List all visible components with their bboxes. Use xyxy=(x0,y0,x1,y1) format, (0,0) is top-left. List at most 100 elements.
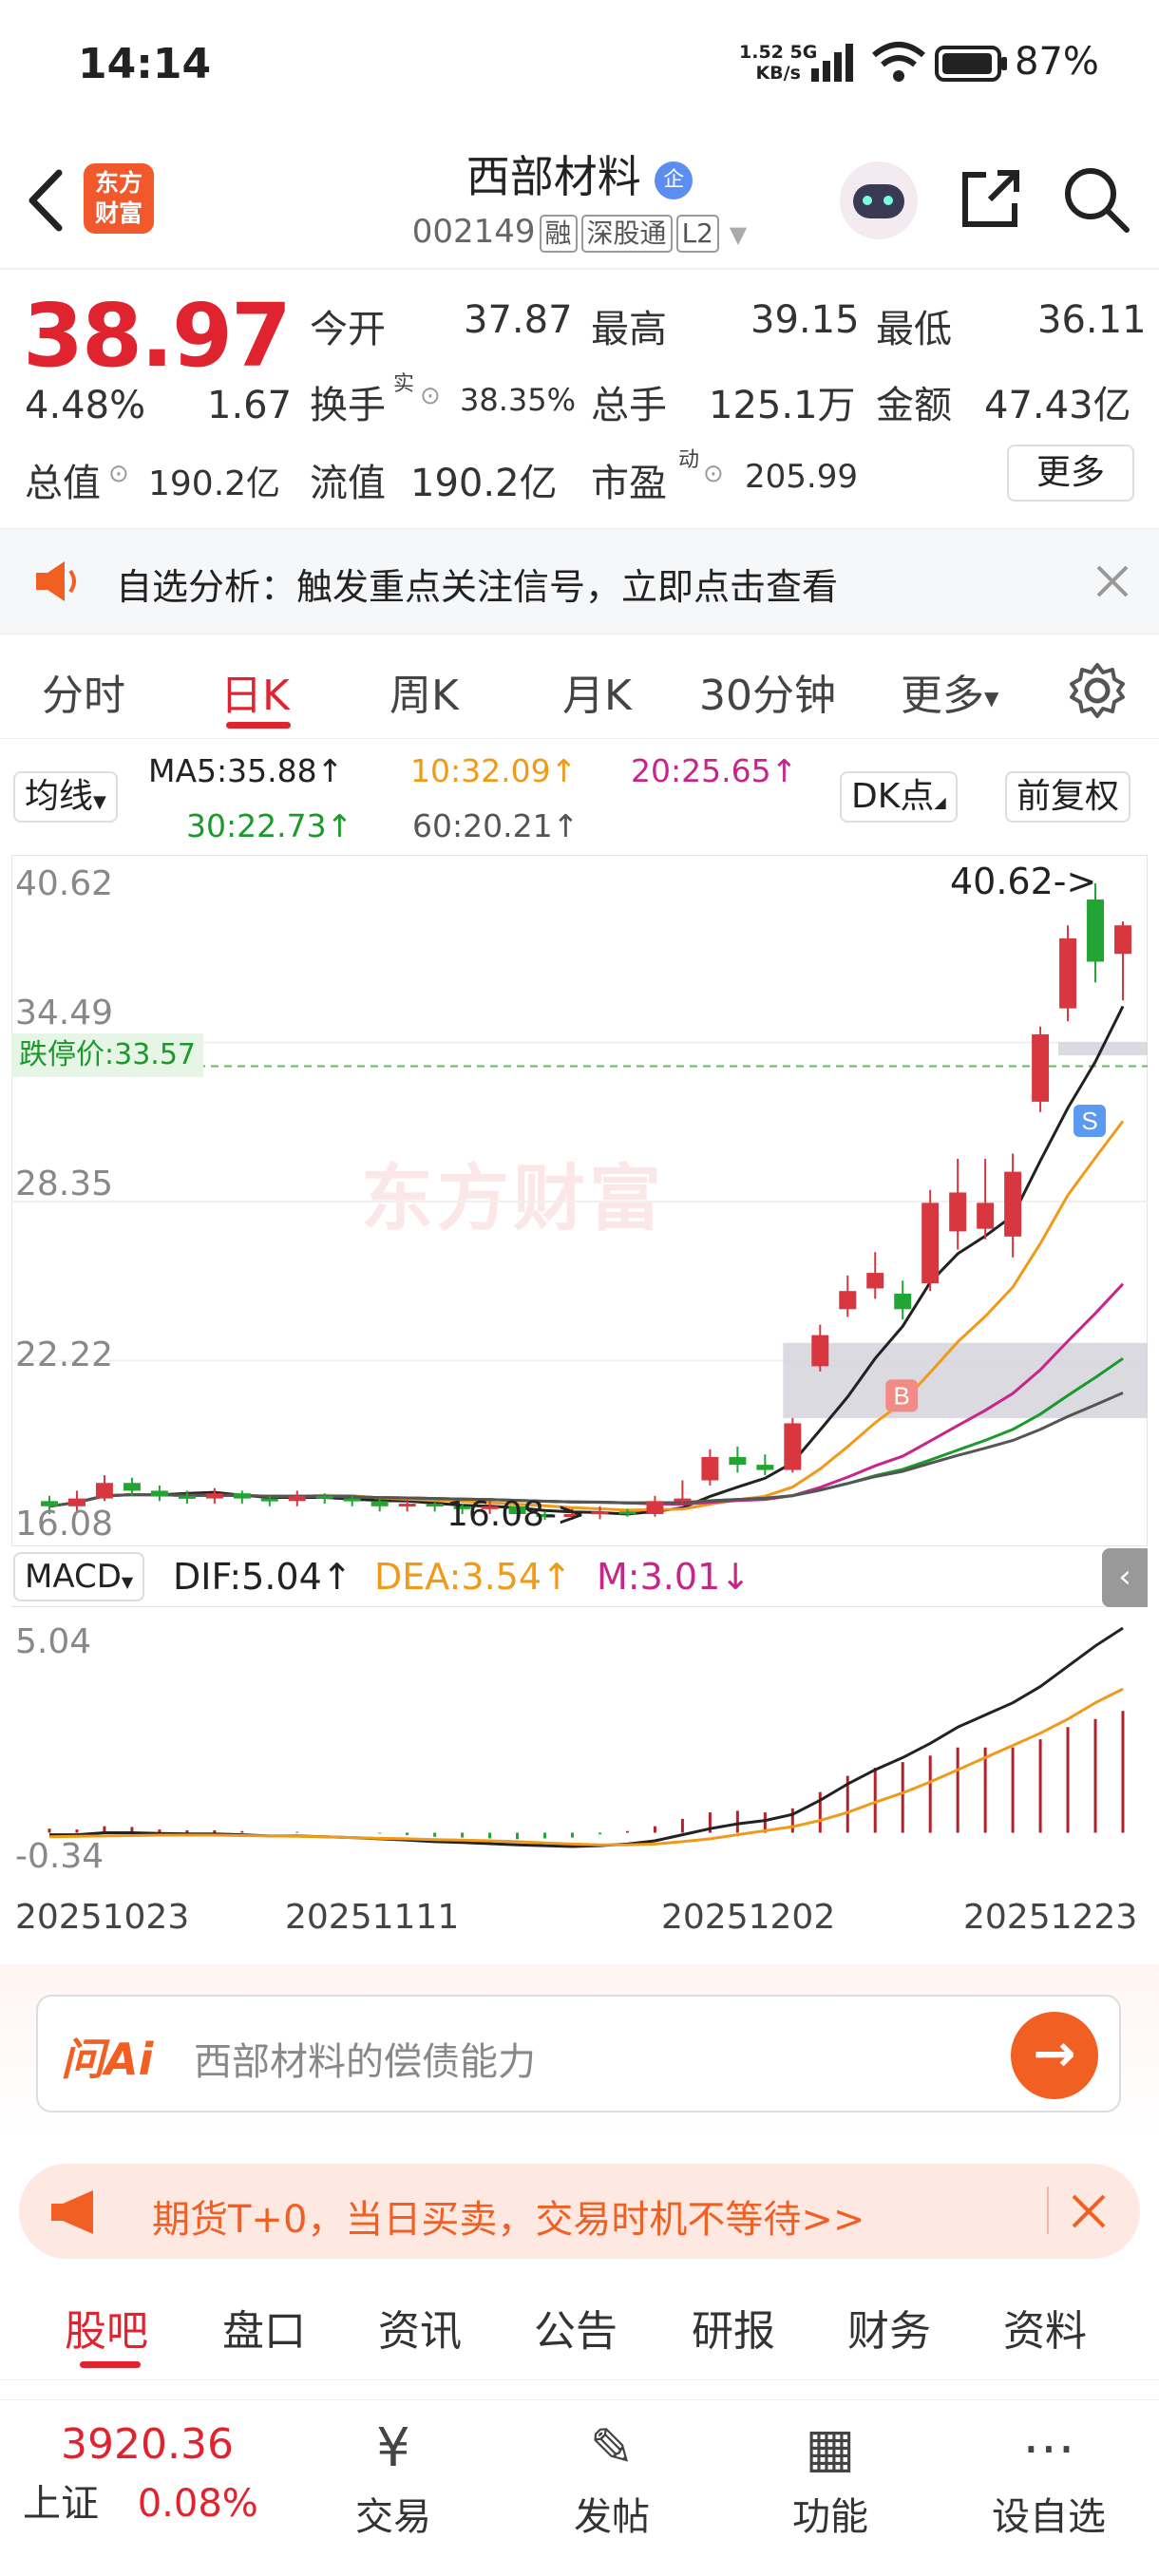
tag-margin: 融 xyxy=(539,215,578,253)
candle-body xyxy=(205,1493,223,1499)
tab-research[interactable]: 研报 xyxy=(692,2297,775,2358)
m-value: M:3.01↓ xyxy=(597,1556,751,1598)
grid-icon: ▦ xyxy=(805,2417,856,2479)
volume-label: 总手 xyxy=(591,384,667,427)
candle-body xyxy=(150,1490,168,1496)
nav-trade[interactable]: ¥ 交易 xyxy=(327,2417,460,2541)
turnover-label: 换手 xyxy=(310,384,386,427)
amount-label: 金额 xyxy=(876,384,952,427)
pe-label: 市盈 xyxy=(591,462,667,505)
nav-add-watchlist[interactable]: ⋯ 设自选 xyxy=(982,2417,1115,2541)
nav-add-watchlist-label: 设自选 xyxy=(992,2495,1106,2539)
candle-body xyxy=(426,1504,444,1507)
limit-down-label: 跌停价:33.57 xyxy=(11,1033,203,1077)
assistant-robot-icon[interactable] xyxy=(840,161,918,239)
more-quote-button[interactable]: 更多 xyxy=(1007,445,1134,502)
ma-selector-label: 均线 xyxy=(25,777,94,816)
alert-banner[interactable]: 自选分析：触发重点关注信号，立即点击查看 xyxy=(0,528,1159,635)
yen-icon: ¥ xyxy=(376,2417,410,2479)
candle-body xyxy=(646,1501,664,1514)
index-ticker[interactable]: 3920.36 上证 0.08% xyxy=(23,2420,258,2528)
macd-svg xyxy=(48,1626,1125,1848)
float-label: 流值 xyxy=(310,462,386,505)
gear-icon[interactable] xyxy=(1068,661,1127,720)
tab-profile[interactable]: 资料 xyxy=(1003,2297,1087,2358)
high-value: 39.15 xyxy=(750,298,860,342)
tab-weekly-k[interactable]: 周K xyxy=(390,661,459,722)
promo-banner[interactable]: 期货T+0，当日买卖，交易时机不等待>> xyxy=(19,2164,1140,2259)
index-pct: 0.08% xyxy=(137,2482,258,2526)
index-value: 3920.36 xyxy=(61,2420,234,2469)
min-price-marker: 16.08-> xyxy=(446,1495,586,1534)
tab-forum[interactable]: 股吧 xyxy=(65,2297,148,2358)
tab-orderbook[interactable]: 盘口 xyxy=(222,2297,306,2358)
candle-body xyxy=(178,1495,196,1499)
ai-placeholder: 西部材料的偿债能力 xyxy=(194,2040,536,2084)
search-icon[interactable] xyxy=(1060,163,1132,236)
max-price-marker: 40.62-> xyxy=(950,861,1097,902)
candle-body xyxy=(977,1203,995,1229)
float-value: 190.2亿 xyxy=(410,462,558,505)
alert-text: 自选分析：触发重点关注信号，立即点击查看 xyxy=(116,566,839,608)
candle-body xyxy=(729,1456,747,1466)
nav-functions-label: 功能 xyxy=(792,2495,868,2539)
status-time: 14:14 xyxy=(78,40,212,88)
candle-body xyxy=(784,1423,802,1470)
active-tab-indicator xyxy=(80,2361,141,2368)
dk-point-selector[interactable]: DK点◢ xyxy=(840,771,958,823)
ma10-line xyxy=(48,1120,1125,1512)
ma-selector[interactable]: 均线▼ xyxy=(13,771,118,823)
macd-selector-label: MACD xyxy=(25,1558,122,1596)
close-icon[interactable] xyxy=(1094,563,1130,599)
tab-daily-k[interactable]: 日K xyxy=(220,661,290,722)
y-label-2: 34.49 xyxy=(15,994,114,1032)
tab-30min[interactable]: 30分钟 xyxy=(699,661,836,722)
candle-body xyxy=(1114,925,1131,955)
buy-marker-label: B xyxy=(894,1381,910,1410)
mktcap-value: 190.2亿 xyxy=(148,464,281,503)
megaphone-icon xyxy=(51,2190,93,2234)
nav-functions[interactable]: ▦ 功能 xyxy=(764,2417,897,2541)
active-tab-indicator xyxy=(226,722,291,729)
candle-body xyxy=(233,1493,251,1499)
info-icon[interactable]: ⊙ xyxy=(703,460,724,488)
info-icon[interactable]: ⊙ xyxy=(108,460,129,488)
ma10-value: 10:32.09↑ xyxy=(410,752,578,789)
y-label-3: 28.35 xyxy=(15,1165,114,1203)
tab-monthly-k[interactable]: 月K xyxy=(562,661,632,722)
candle-body xyxy=(123,1483,141,1491)
tab-news[interactable]: 资讯 xyxy=(378,2297,462,2358)
tab-financials[interactable]: 财务 xyxy=(847,2297,931,2358)
tab-intraday[interactable]: 分时 xyxy=(42,661,125,722)
candle-body xyxy=(1059,938,1077,1009)
x-label-4: 20251223 xyxy=(963,1898,1138,1937)
ai-search-box[interactable]: 问Ai 西部材料的偿债能力 xyxy=(36,1995,1121,2112)
ma20-value: 20:25.65↑ xyxy=(631,752,798,789)
close-icon[interactable] xyxy=(1070,2192,1108,2230)
candle-body xyxy=(95,1483,113,1499)
change-pct: 4.48% xyxy=(25,384,146,427)
network-speed: 1.52 5G KB/s xyxy=(739,42,817,84)
candle-body xyxy=(839,1291,857,1310)
candle-body xyxy=(949,1192,967,1232)
candle-body xyxy=(591,1511,609,1515)
collapse-icon[interactable]: ‹ xyxy=(1102,1548,1148,1607)
share-icon[interactable] xyxy=(958,165,1024,232)
ma30-value: 30:22.73↑ xyxy=(186,807,353,844)
ma5-value: MA5:35.88↑ xyxy=(148,752,344,789)
candle-body xyxy=(1032,1033,1050,1102)
dif-line xyxy=(49,1626,1124,1848)
candle-body xyxy=(811,1335,829,1367)
ai-submit-button[interactable]: → xyxy=(1011,2012,1098,2099)
candle-body xyxy=(288,1495,306,1502)
divider xyxy=(1047,2187,1049,2234)
macd-selector[interactable]: MACD▼ xyxy=(13,1552,145,1601)
adjust-selector[interactable]: 前复权 xyxy=(1005,771,1131,823)
tab-announcements[interactable]: 公告 xyxy=(534,2297,618,2358)
tab-more[interactable]: 更多▼ xyxy=(901,661,998,722)
caret-icon: ◢ xyxy=(934,793,946,811)
nav-post[interactable]: ✎ 发帖 xyxy=(545,2417,678,2541)
low-value: 36.11 xyxy=(1037,298,1147,342)
candle-body xyxy=(1004,1171,1022,1237)
info-icon[interactable]: ⊙ xyxy=(420,382,441,410)
